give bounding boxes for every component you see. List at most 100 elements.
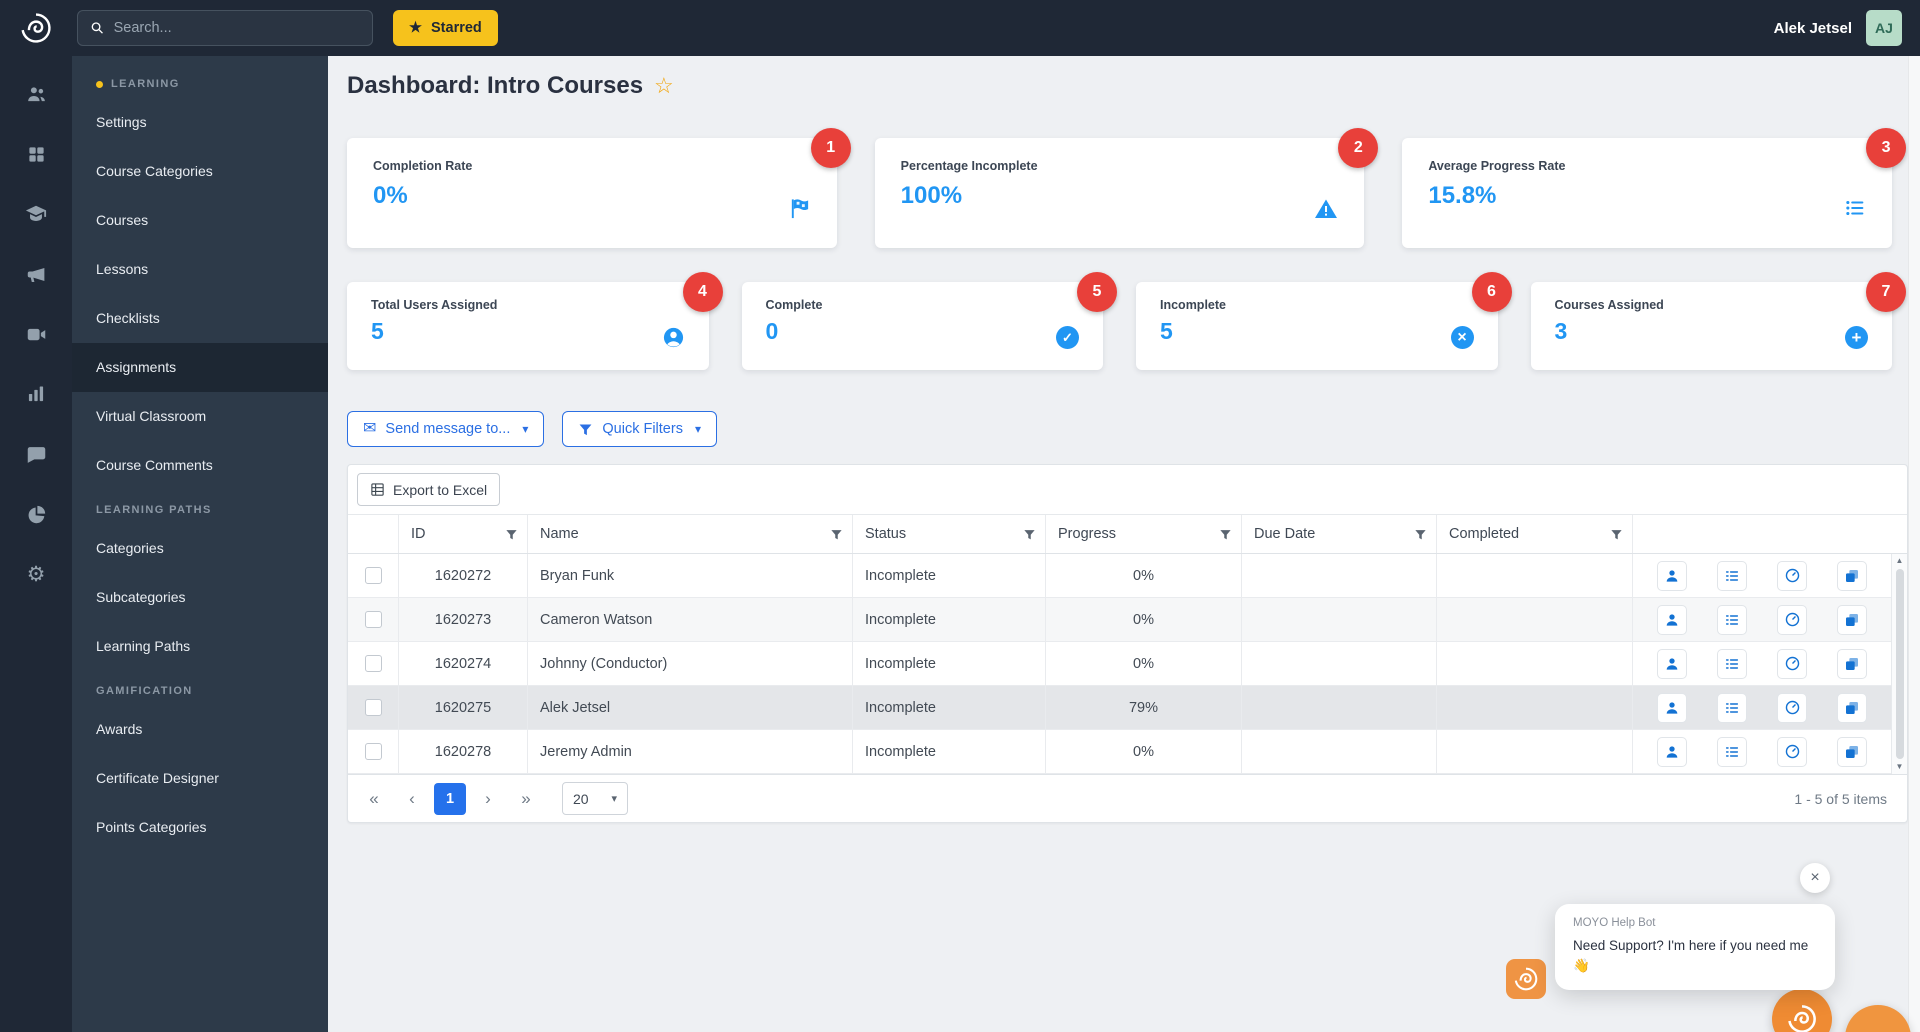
duplicate-button[interactable] [1837, 736, 1867, 767]
sidebar-item-assignments[interactable]: Assignments [72, 343, 328, 392]
rail-item-users[interactable] [0, 64, 72, 124]
scrollbar-thumb[interactable] [1895, 569, 1904, 759]
rail-item-media[interactable] [0, 304, 72, 364]
help-close-button[interactable]: × [1800, 863, 1830, 893]
column-header-status[interactable]: Status [853, 515, 1046, 553]
sidebar-item-certificate-designer[interactable]: Certificate Designer [72, 754, 328, 803]
sidebar-item-course-comments[interactable]: Course Comments [72, 441, 328, 490]
search-input[interactable] [113, 20, 360, 36]
page-scrollbar[interactable] [1908, 56, 1920, 1032]
last-page-button[interactable]: » [510, 783, 542, 815]
dashboard-button[interactable] [1777, 560, 1807, 591]
filter-icon[interactable] [1414, 528, 1427, 541]
table-row[interactable]: 1620274 Johnny (Conductor) Incomplete 0% [348, 642, 1891, 686]
scroll-up-icon[interactable]: ▲ [1896, 554, 1904, 568]
sidebar-item-lessons[interactable]: Lessons [72, 245, 328, 294]
rail-item-modules[interactable] [0, 124, 72, 184]
notification-badge: 2 [1338, 128, 1379, 168]
help-bot-name: MOYO Help Bot [1573, 917, 1656, 929]
sidebar-item-checklists[interactable]: Checklists [72, 294, 328, 343]
duplicate-button[interactable] [1837, 692, 1867, 723]
column-header-id[interactable]: ID [399, 515, 528, 553]
row-checkbox[interactable] [364, 611, 382, 628]
starred-button[interactable]: ★ Starred [393, 10, 498, 46]
first-page-button[interactable]: « [358, 783, 390, 815]
export-excel-button[interactable]: Export to Excel [357, 473, 501, 506]
filter-icon[interactable] [1023, 528, 1036, 541]
dashboard-button[interactable] [1777, 736, 1807, 767]
duplicate-button[interactable] [1837, 648, 1867, 679]
assigned-user-button[interactable] [1657, 604, 1687, 635]
row-checkbox[interactable] [364, 655, 382, 672]
app-logo[interactable] [17, 9, 55, 47]
cell-completed [1437, 642, 1633, 685]
assigned-user-button[interactable] [1657, 648, 1687, 679]
table-row[interactable]: 1620272 Bryan Funk Incomplete 0% [348, 554, 1891, 598]
sidebar-item-categories[interactable]: Categories [72, 524, 328, 573]
chat-bubble-icon [27, 446, 45, 463]
assigned-user-button[interactable] [1657, 560, 1687, 591]
row-checkbox[interactable] [364, 743, 382, 760]
quick-filters-label: Quick Filters [602, 421, 683, 437]
favorite-star-icon[interactable]: ☆ [654, 75, 674, 97]
checklist-button[interactable] [1717, 604, 1747, 635]
column-header-completed[interactable]: Completed [1437, 515, 1633, 553]
duplicate-button[interactable] [1837, 560, 1867, 591]
row-checkbox[interactable] [364, 567, 382, 584]
quick-filters-button[interactable]: Quick Filters ▾ [562, 411, 717, 447]
rail-item-announcements[interactable] [0, 244, 72, 304]
current-page-button[interactable]: 1 [434, 782, 466, 815]
checklist-button[interactable] [1717, 736, 1747, 767]
sidebar-item-course-categories[interactable]: Course Categories [72, 147, 328, 196]
search-box [77, 10, 373, 46]
checklist-button[interactable] [1717, 560, 1747, 591]
checklist-button[interactable] [1717, 692, 1747, 723]
previous-page-button[interactable]: ‹ [396, 783, 428, 815]
assigned-user-button[interactable] [1657, 736, 1687, 767]
dashboard-button[interactable] [1777, 648, 1807, 679]
send-message-button[interactable]: ✉ Send message to... ▾ [347, 411, 545, 447]
table-scrollbar[interactable]: ▲ ▼ [1891, 554, 1907, 774]
help-bot-avatar[interactable] [1506, 959, 1546, 999]
dashboard-button[interactable] [1777, 692, 1807, 723]
dashboard-button[interactable] [1777, 604, 1807, 635]
filter-icon[interactable] [830, 528, 843, 541]
sidebar-item-settings[interactable]: Settings [72, 98, 328, 147]
checklist-button[interactable] [1717, 648, 1747, 679]
stat-card-courses-assigned: 7 Courses Assigned 3 + [1530, 272, 1906, 370]
column-header-progress[interactable]: Progress [1046, 515, 1242, 553]
cell-status: Incomplete [853, 554, 1046, 597]
rail-item-learning[interactable] [0, 184, 72, 244]
column-header-name[interactable]: Name [528, 515, 853, 553]
column-header-due-date[interactable]: Due Date [1242, 515, 1437, 553]
stat-value: 5 [1160, 318, 1173, 344]
grid-body: 1620272 Bryan Funk Incomplete 0% 1620273… [348, 554, 1907, 774]
filter-icon[interactable] [1610, 528, 1623, 541]
table-row[interactable]: 1620278 Jeremy Admin Incomplete 0% [348, 730, 1891, 774]
sidebar-item-points-categories[interactable]: Points Categories [72, 803, 328, 852]
sidebar-item-awards[interactable]: Awards [72, 705, 328, 754]
sidebar-item-virtual-classroom[interactable]: Virtual Classroom [72, 392, 328, 441]
rail-item-messages[interactable] [0, 424, 72, 484]
assigned-user-button[interactable] [1657, 692, 1687, 723]
cell-completed [1437, 554, 1633, 597]
table-row[interactable]: 1620273 Cameron Watson Incomplete 0% [348, 598, 1891, 642]
sidebar-item-learning-paths[interactable]: Learning Paths [72, 622, 328, 671]
chevron-down-icon: ▾ [694, 422, 701, 436]
filter-icon[interactable] [505, 528, 518, 541]
duplicate-button[interactable] [1837, 604, 1867, 635]
page-size-select[interactable]: 20 ▾ [562, 782, 628, 815]
filter-icon[interactable] [1219, 528, 1232, 541]
rail-item-reports[interactable] [0, 364, 72, 424]
table-row[interactable]: 1620275 Alek Jetsel Incomplete 79% [348, 686, 1891, 730]
rail-item-settings[interactable]: ⚙ [0, 544, 72, 604]
user-avatar[interactable]: AJ [1866, 10, 1902, 46]
sidebar-item-courses[interactable]: Courses [72, 196, 328, 245]
menu-section-learning: LEARNING [72, 64, 328, 98]
scroll-down-icon[interactable]: ▼ [1896, 760, 1904, 774]
stat-label: Incomplete [1160, 298, 1226, 312]
sidebar-item-subcategories[interactable]: Subcategories [72, 573, 328, 622]
next-page-button[interactable]: › [472, 783, 504, 815]
row-checkbox[interactable] [364, 699, 382, 716]
rail-item-insights[interactable] [0, 484, 72, 544]
